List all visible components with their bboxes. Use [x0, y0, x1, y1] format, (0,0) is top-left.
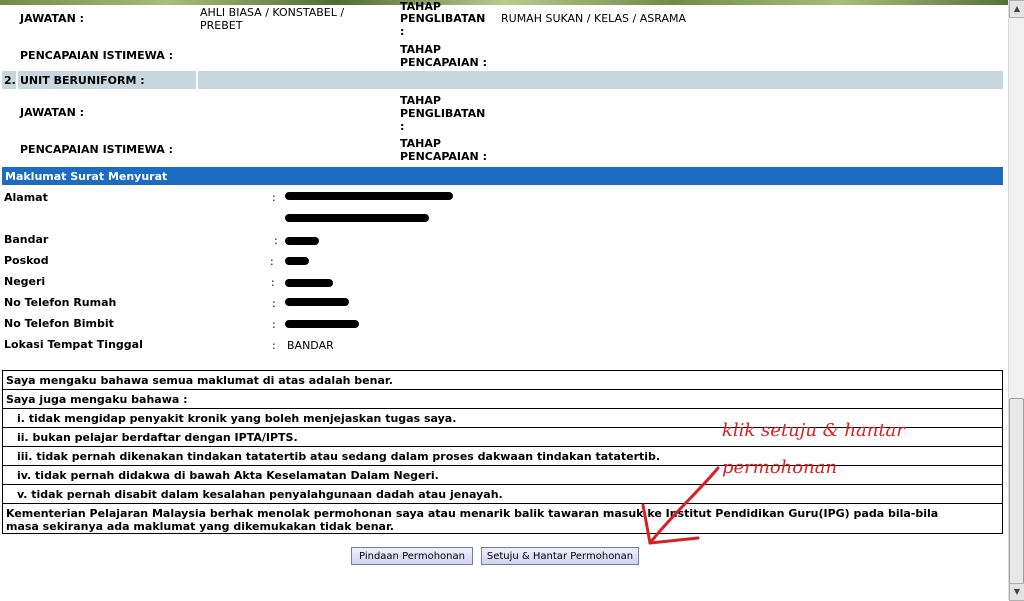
scroll-down-icon[interactable]: ▼: [1009, 583, 1024, 601]
scrollbar-thumb[interactable]: [1009, 398, 1024, 584]
scroll-up-icon[interactable]: ▲: [1009, 0, 1024, 18]
annotation-arrow-icon: [641, 466, 720, 545]
